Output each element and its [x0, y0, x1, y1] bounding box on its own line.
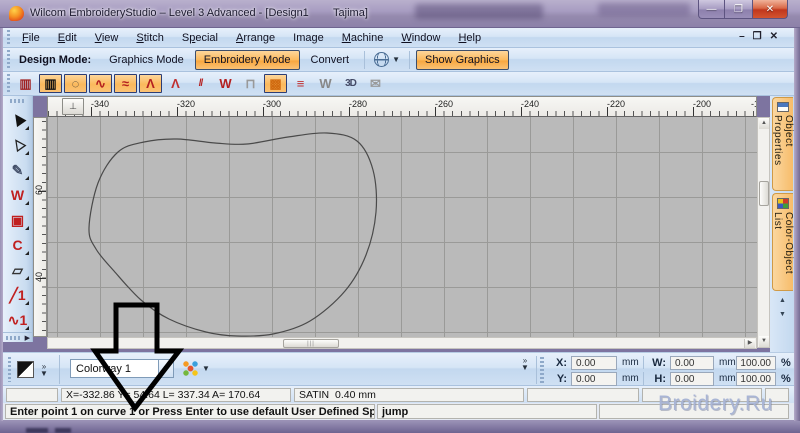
annotation-arrow — [0, 0, 800, 433]
broidery-watermark: Broidery.Ru — [658, 392, 773, 416]
wilcom-embroiderystudio-window: Wilcom EmbroideryStudio – Level 3 Advanc… — [0, 0, 800, 433]
